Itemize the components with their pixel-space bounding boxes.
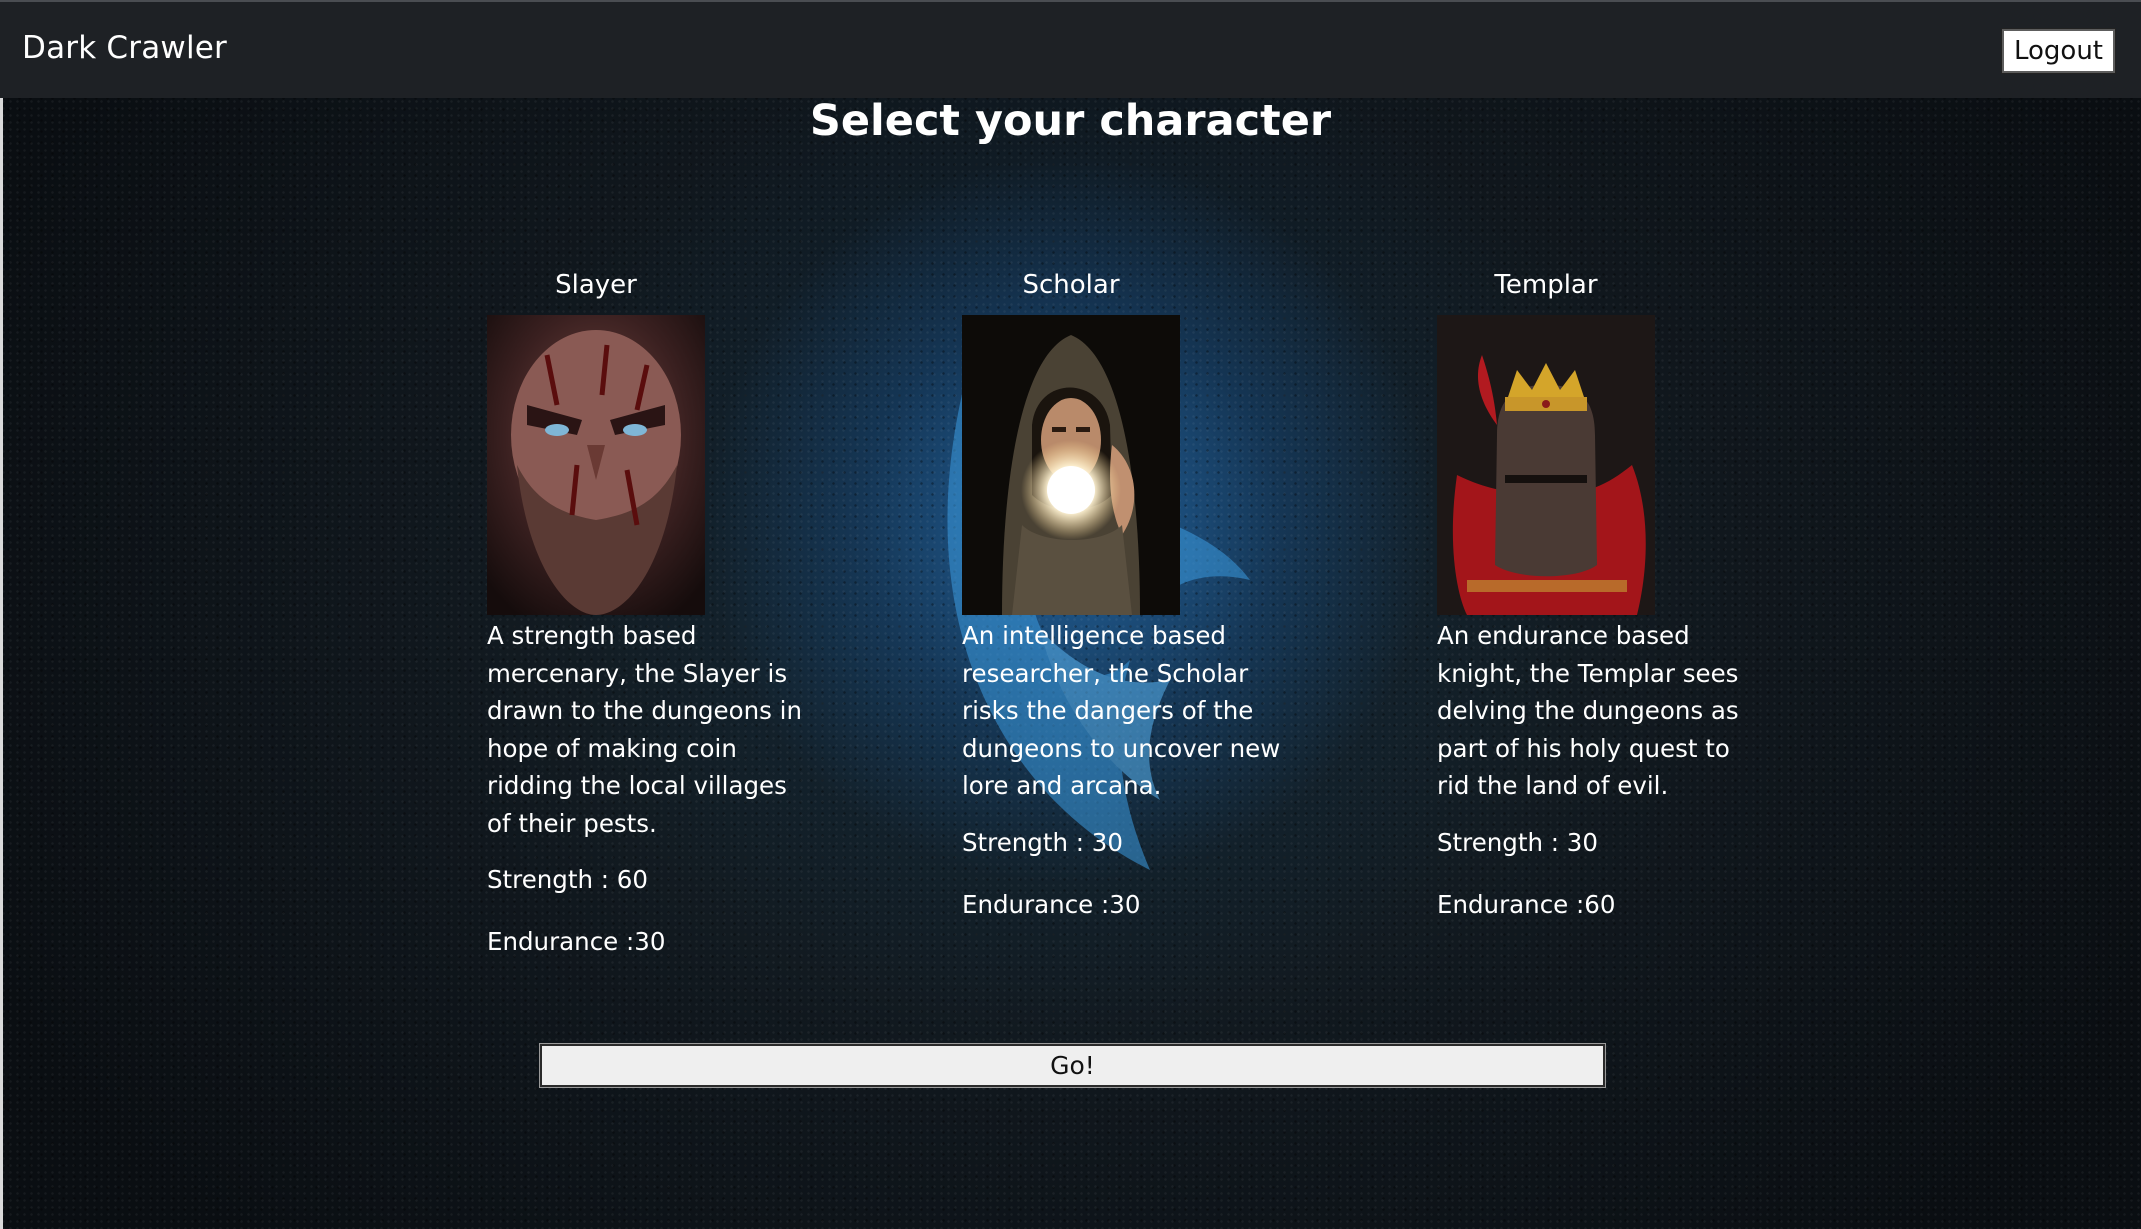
- slayer-portrait-icon[interactable]: [487, 315, 705, 615]
- page-title: Select your character: [809, 96, 1332, 146]
- character-card-templar[interactable]: Templar An endurance based knight, the T…: [1437, 265, 1912, 962]
- character-description: An endurance based knight, the Templar s…: [1437, 621, 1739, 800]
- endurance-stat: Endurance :30: [962, 889, 1141, 919]
- scholar-portrait-icon[interactable]: [962, 315, 1180, 615]
- top-navbar: Dark Crawler Logout: [0, 0, 2141, 98]
- window-left-edge: [0, 98, 3, 1229]
- character-card-slayer[interactable]: Slayer A strength based mercenary, the S…: [487, 265, 962, 962]
- logout-button[interactable]: Logout: [2000, 28, 2117, 74]
- character-select-page: Dark Crawler Logout Select your characte…: [0, 0, 2141, 1229]
- character-name: Slayer: [555, 270, 637, 300]
- strength-stat: Strength : 30: [1437, 827, 1598, 857]
- app-brand[interactable]: Dark Crawler: [22, 30, 227, 66]
- character-list: Slayer A strength based mercenary, the S…: [487, 265, 1917, 962]
- character-name: Templar: [1494, 270, 1598, 300]
- strength-stat: Strength : 30: [962, 827, 1123, 857]
- character-name: Scholar: [1022, 270, 1120, 300]
- go-button[interactable]: Go!: [539, 1043, 1606, 1088]
- strength-stat: Strength : 60: [487, 865, 648, 894]
- endurance-stat: Endurance :30: [487, 927, 666, 956]
- character-description: A strength based mercenary, the Slayer i…: [487, 621, 803, 838]
- endurance-stat: Endurance :60: [1437, 889, 1616, 919]
- templar-portrait-icon[interactable]: [1437, 315, 1655, 615]
- character-description: An intelligence based researcher, the Sc…: [962, 621, 1281, 800]
- character-card-scholar[interactable]: Scholar An intelligence based researcher…: [962, 265, 1437, 962]
